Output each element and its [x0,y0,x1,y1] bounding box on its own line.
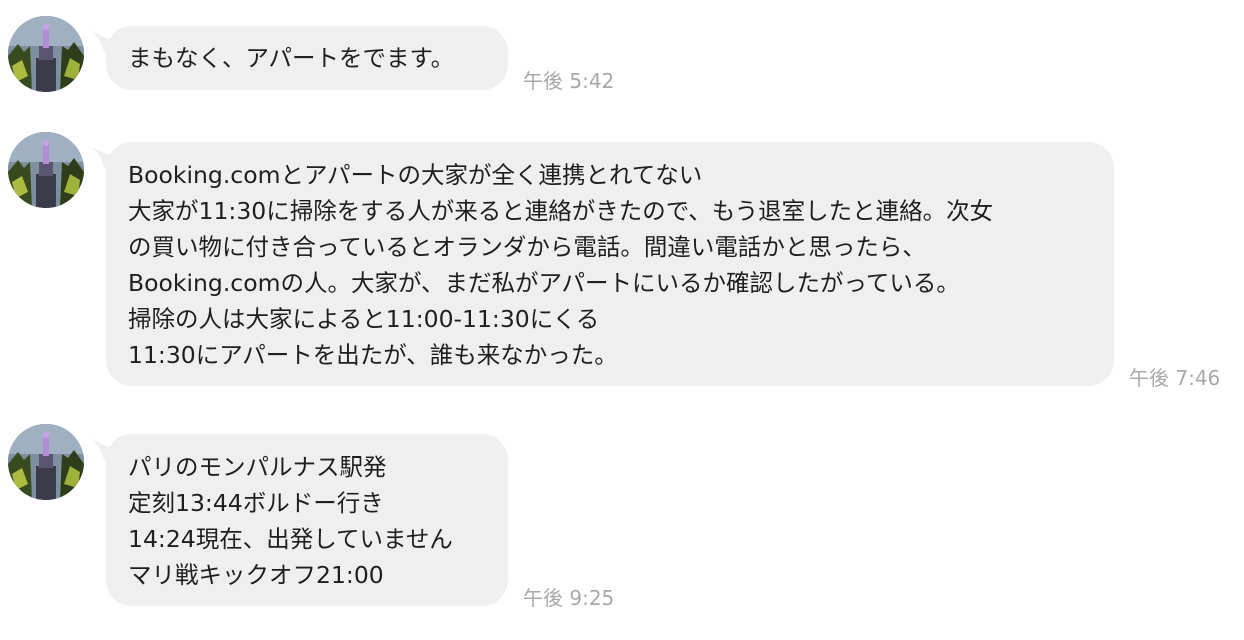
message-text-line: パリのモンパルナス駅発 [128,453,387,481]
message-text-line: Booking.comの人。大家が、まだ私がアパートにいるか確認したがっている。 [128,269,960,297]
message-bubble[interactable]: Booking.comとアパートの大家が全く連携とれてない 大家が11:30に掃… [106,142,1114,386]
message-text-line: 11:30にアパートを出たが、誰も来なかった。 [128,341,618,369]
avatar-statue-photo-icon [8,424,84,500]
message-timestamp: 午後 9:25 [523,586,615,610]
message-text-line: マリ戦キックオフ21:00 [128,561,384,589]
message-text-line: 掃除の人は大家によると11:00-11:30にくる [128,305,600,333]
message-text-line: 大家が11:30に掃除をする人が来ると連絡がきたので、もう退室したと連絡。次女 [128,197,994,225]
message-text-line: 定刻13:44ボルドー行き [128,489,384,517]
avatar[interactable] [8,16,84,92]
message-text-line: の買い物に付き合っているとオランダから電話。間違い電話かと思ったら、 [128,233,926,261]
message-timestamp: 午後 5:42 [523,69,615,93]
avatar[interactable] [8,132,84,208]
message-text-line: まもなく、アパートをでます。 [128,44,455,72]
message-bubble[interactable]: パリのモンパルナス駅発 定刻13:44ボルドー行き 14:24現在、出発していま… [106,434,508,606]
avatar-statue-photo-icon [8,132,84,208]
message-text-line: 14:24現在、出発していません [128,525,453,553]
message-text-line: Booking.comとアパートの大家が全く連携とれてない [128,161,703,189]
message-timestamp: 午後 7:46 [1129,366,1221,390]
avatar-statue-photo-icon [8,16,84,92]
avatar[interactable] [8,424,84,500]
message-bubble[interactable]: まもなく、アパートをでます。 [106,26,508,90]
